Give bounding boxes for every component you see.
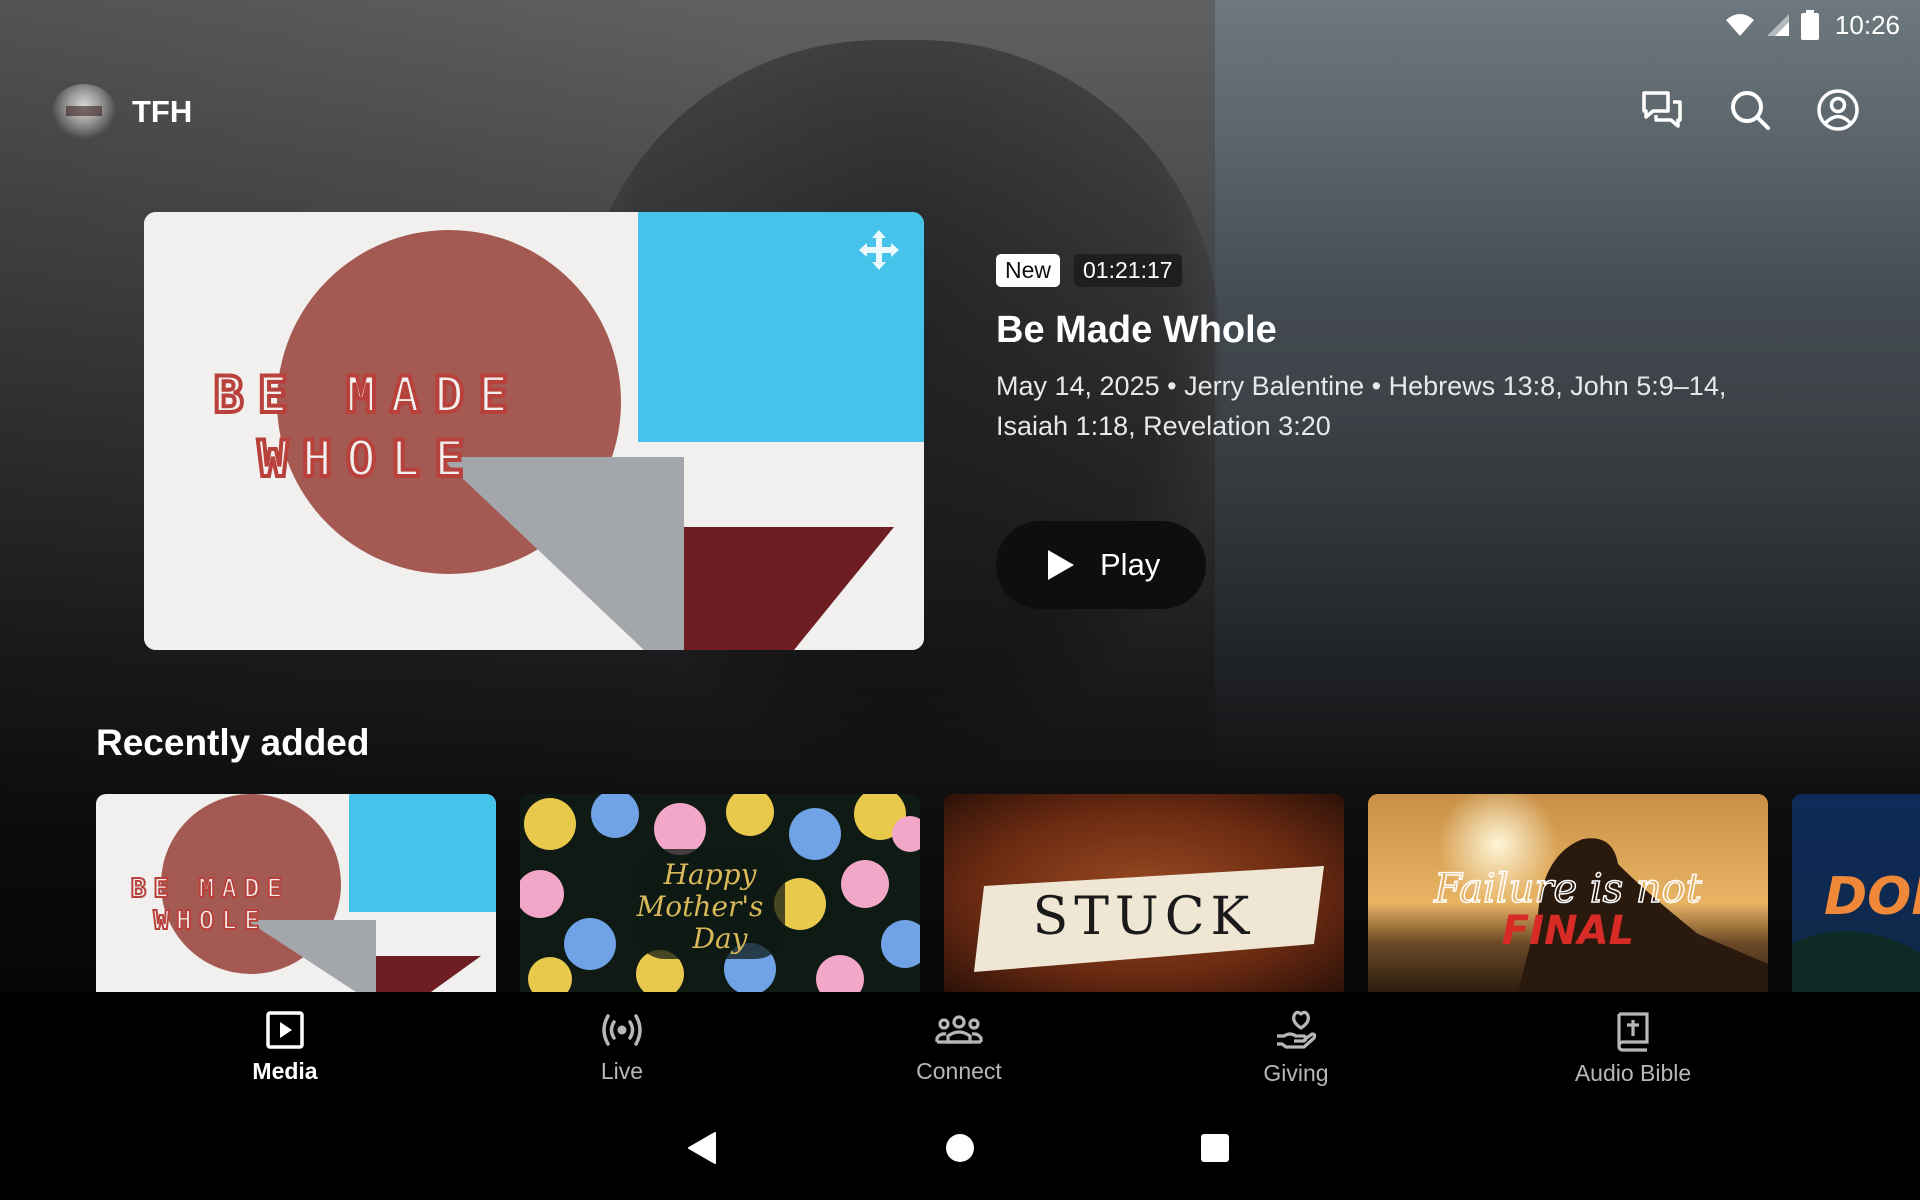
card-line-1: BE MADE (131, 874, 290, 904)
new-badge: New (996, 254, 1061, 287)
section-title-recently-added: Recently added (96, 722, 370, 763)
card-line-3: Day (692, 922, 749, 955)
nav-item-media[interactable]: Media (165, 992, 405, 1098)
broadcast-icon (602, 1014, 642, 1046)
play-button[interactable]: Play (996, 521, 1206, 609)
nav-item-audio-bible[interactable]: Audio Bible (1513, 992, 1753, 1098)
media-card[interactable]: BE MADE WHOLE (96, 794, 496, 992)
nav-label: Live (600, 1058, 644, 1084)
app-title: TFH (132, 94, 193, 129)
clock: 10:26 (1834, 9, 1900, 40)
card-line-1: DON (1824, 867, 1920, 927)
nav-label: Giving (1263, 1060, 1329, 1086)
card-line-2: FINAL (1502, 908, 1634, 954)
recents-button[interactable] (1185, 1118, 1245, 1178)
card-line-1: STUCK (1033, 887, 1256, 947)
recently-added-row[interactable]: BE MADE WHOLE Happy Mother's Day STUCK F… (96, 794, 1920, 992)
media-card[interactable]: Happy Mother's Day (520, 794, 920, 992)
hand-heart-icon (1277, 1010, 1317, 1049)
bottom-navigation: Media Live Connect Giving Audio Bible (0, 992, 1920, 1098)
cell-signal-icon (1766, 14, 1789, 36)
wifi-icon (1725, 14, 1754, 36)
card-line-1: Happy (663, 858, 758, 891)
home-icon (946, 1134, 974, 1162)
featured-title: Be Made Whole (996, 309, 1277, 351)
header-actions (1640, 88, 1860, 132)
app-header: TFH (52, 84, 192, 140)
account-button[interactable] (1816, 88, 1860, 132)
play-label: Play (1100, 547, 1161, 582)
featured-artwork[interactable]: BE MADE WHOLE (144, 212, 924, 650)
status-bar: 10:26 (1725, 8, 1900, 42)
bible-cross-icon (1617, 1012, 1649, 1052)
be-made-whole-art: BE MADE WHOLE (144, 212, 924, 650)
search-button[interactable] (1728, 88, 1772, 132)
nav-item-connect[interactable]: Connect (839, 992, 1079, 1098)
home-button[interactable] (930, 1118, 990, 1178)
play-icon (1048, 550, 1074, 580)
media-card[interactable]: DON (1792, 794, 1920, 992)
card-line-2: WHOLE (153, 906, 266, 936)
featured-description: May 14, 2025 • Jerry Balentine • Hebrews… (996, 371, 1727, 441)
battery-icon (1800, 10, 1819, 40)
chat-button[interactable] (1640, 88, 1684, 132)
art-line-1: BE MADE (214, 366, 523, 424)
system-navigation-bar (0, 1098, 1920, 1200)
media-card[interactable]: Failure is not FINAL (1368, 794, 1768, 992)
play-box-icon (266, 1011, 304, 1049)
back-icon (688, 1132, 716, 1164)
nav-label: Media (252, 1058, 318, 1084)
card-line-1: Failure is not (1433, 866, 1703, 912)
nav-label: Audio Bible (1574, 1060, 1692, 1086)
search-icon (1731, 91, 1770, 130)
media-card[interactable]: STUCK (944, 794, 1344, 992)
back-button[interactable] (672, 1118, 732, 1178)
church-logo[interactable] (52, 84, 116, 140)
duration-badge: 01:21:17 (1074, 254, 1182, 287)
nav-item-giving[interactable]: Giving (1176, 992, 1416, 1098)
featured-info: New 01:21:17 Be Made Whole May 14, 2025 … (996, 254, 1776, 446)
account-circle-icon (1817, 89, 1859, 131)
chat-bubbles-icon (1642, 91, 1682, 128)
people-group-icon (935, 1015, 983, 1044)
recents-icon (1201, 1134, 1229, 1162)
nav-label: Connect (916, 1058, 1002, 1084)
nav-item-live[interactable]: Live (502, 992, 742, 1098)
card-line-2: Mother's (636, 890, 764, 923)
art-line-2: WHOLE (258, 430, 479, 488)
